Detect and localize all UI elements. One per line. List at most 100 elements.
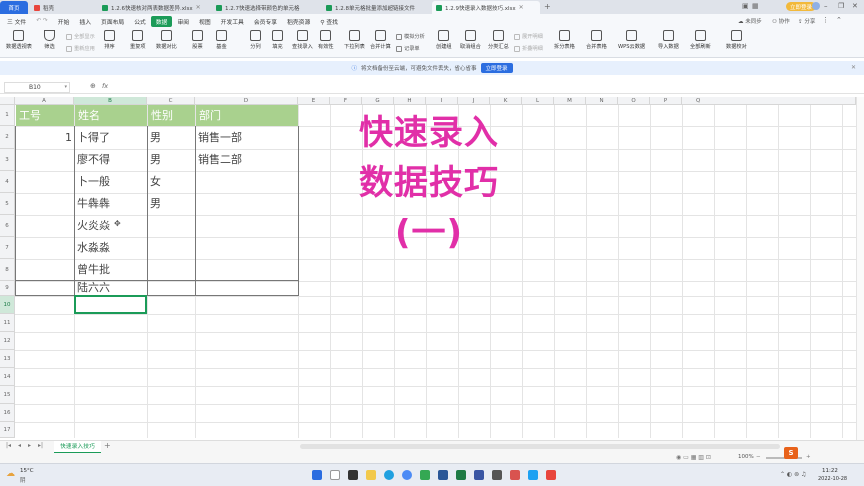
row-header-12[interactable]: 12 [0, 332, 15, 350]
undo-icon[interactable]: ↶ ↷ [31, 17, 53, 25]
table-cell[interactable]: 男 [147, 127, 195, 149]
table-cell[interactable] [15, 193, 74, 215]
vertical-scrollbar[interactable] [856, 97, 864, 440]
next-sheet-icon[interactable]: ▸ [28, 442, 31, 449]
table-cell[interactable] [147, 277, 195, 297]
edge-icon[interactable] [384, 470, 394, 480]
column-header-c[interactable]: C [147, 97, 195, 105]
grid-apps-icon[interactable]: ▦ [752, 2, 759, 10]
validation-button[interactable]: 有效性 [318, 30, 334, 50]
fill-button[interactable]: 填充 [272, 30, 283, 50]
record-form-button[interactable]: 记录单 [396, 45, 420, 52]
column-header-i[interactable]: I [426, 97, 458, 105]
menu-developer[interactable]: 开发工具 [216, 16, 249, 27]
app-icon[interactable] [474, 470, 484, 480]
last-sheet-icon[interactable]: ▸| [38, 442, 43, 449]
table-cell[interactable]: 牛犇犇 [74, 193, 147, 215]
insert-function-icon[interactable]: fx [102, 82, 108, 90]
what-if-button[interactable]: 模拟分析 [396, 33, 425, 40]
excel-icon[interactable] [456, 470, 466, 480]
table-cell[interactable] [195, 171, 298, 193]
header-cell-name[interactable]: 姓名 [75, 105, 147, 126]
tab-file-126[interactable]: 1.2.6快速核对两表数据差异.xlsx ✕ [98, 1, 208, 14]
row-header-14[interactable]: 14 [0, 368, 15, 386]
menu-insert[interactable]: 插入 [74, 16, 96, 27]
table-cell[interactable] [195, 193, 298, 215]
reapply-button[interactable]: 重新应用 [66, 45, 95, 52]
spreadsheet-grid[interactable]: A B C D E F G H I J K L M N O P Q 1 2 3 … [0, 97, 856, 438]
search-box[interactable]: ⚲ 查找 [315, 16, 343, 27]
column-header-d[interactable]: D [195, 97, 298, 105]
row-header-10[interactable]: 10 [0, 296, 15, 314]
row-header-11[interactable]: 11 [0, 314, 15, 332]
app-icon[interactable] [528, 470, 538, 480]
consolidate-button[interactable]: 合并计算 [370, 30, 391, 50]
header-cell-gender[interactable]: 性别 [148, 105, 195, 126]
view-mode-icons[interactable]: ◉ ▭ ▦ ▥ ⊡ [676, 454, 711, 461]
table-cell[interactable]: 女 [147, 171, 195, 193]
column-header-h[interactable]: H [394, 97, 426, 105]
table-cell[interactable]: 水淼淼 [74, 237, 147, 259]
menu-page-layout[interactable]: 页面布局 [96, 16, 129, 27]
data-proofread-button[interactable]: 数据校对 [726, 30, 747, 50]
sort-button[interactable]: 排序 [104, 30, 115, 50]
import-data-button[interactable]: 导入数据 [658, 30, 679, 50]
horizontal-scrollbar[interactable] [300, 444, 780, 449]
chrome-icon[interactable] [402, 470, 412, 480]
wps-cloud-data-button[interactable]: WPS云数据 [618, 30, 645, 50]
table-cell[interactable] [15, 171, 74, 193]
tab-file-127[interactable]: 1.2.7快速选择带颜色的单元格 [212, 1, 318, 14]
filter-button[interactable]: 筛选 [44, 30, 55, 50]
table-cell[interactable] [15, 149, 74, 171]
pivot-table-button[interactable]: 数据透视表 [6, 30, 32, 50]
clock-date[interactable]: 2022-10-28 [818, 476, 847, 482]
column-header-g[interactable]: G [362, 97, 394, 105]
header-cell-id[interactable]: 工号 [16, 105, 74, 126]
table-cell[interactable]: 男 [147, 149, 195, 171]
tab-file-129-active[interactable]: 1.2.9快速录入数据技巧.xlsx ✕ [432, 1, 540, 14]
column-header-p[interactable]: P [650, 97, 682, 105]
menu-formulas[interactable]: 公式 [129, 16, 151, 27]
close-icon[interactable]: ✕ [519, 4, 524, 11]
prev-sheet-icon[interactable]: ◂ [18, 442, 21, 449]
row-header-2[interactable]: 2 [0, 126, 15, 149]
start-icon[interactable] [312, 470, 322, 480]
maximize-icon[interactable]: ❐ [838, 2, 844, 10]
sync-status[interactable]: ☁ 未同步 [738, 17, 762, 25]
table-cell[interactable]: 销售一部 [195, 127, 298, 149]
row-header-13[interactable]: 13 [0, 350, 15, 368]
collapse-detail-button[interactable]: 折叠明细 [514, 45, 543, 52]
name-box[interactable]: B10 ▾ [4, 82, 70, 93]
show-all-button[interactable]: 全部显示 [66, 33, 95, 40]
new-tab-icon[interactable]: + [544, 2, 551, 11]
column-header-a[interactable]: A [15, 97, 74, 105]
table-cell[interactable] [195, 237, 298, 259]
row-header-6[interactable]: 6 [0, 215, 15, 237]
dropdown-list-button[interactable]: 下拉列表 [344, 30, 365, 50]
task-view-icon[interactable] [348, 470, 358, 480]
menu-member[interactable]: 会员专享 [249, 16, 282, 27]
column-header-q[interactable]: Q [682, 97, 856, 105]
window-list-icon[interactable]: ▣ [742, 2, 749, 10]
menu-file[interactable]: 三 文件 [2, 16, 31, 27]
table-cell[interactable]: 男 [147, 193, 195, 215]
row-header-7[interactable]: 7 [0, 237, 15, 259]
duplicates-button[interactable]: 重复项 [130, 30, 146, 50]
column-header-l[interactable]: L [522, 97, 554, 105]
table-cell[interactable]: 火炎焱 [74, 215, 147, 237]
row-header-15[interactable]: 15 [0, 386, 15, 404]
row-header-16[interactable]: 16 [0, 404, 15, 422]
search-icon[interactable] [330, 470, 340, 480]
tab-file-128[interactable]: 1.2.8单元格批量添加超链接文件 [322, 1, 428, 14]
table-cell[interactable] [195, 277, 298, 297]
share-button[interactable]: ⇪ 分享 [798, 17, 815, 25]
row-header-9[interactable]: 9 [0, 281, 15, 296]
data-compare-button[interactable]: 数据对比 [156, 30, 177, 50]
table-cell[interactable]: 销售二部 [195, 149, 298, 171]
row-header-1[interactable]: 1 [0, 105, 15, 126]
collaborate-button[interactable]: ⚇ 协作 [772, 17, 790, 25]
table-cell[interactable]: 廖不得 [74, 149, 147, 171]
sheet-tab-active[interactable]: 快速录入技巧 [54, 441, 101, 453]
column-header-n[interactable]: N [586, 97, 618, 105]
column-header-k[interactable]: K [490, 97, 522, 105]
